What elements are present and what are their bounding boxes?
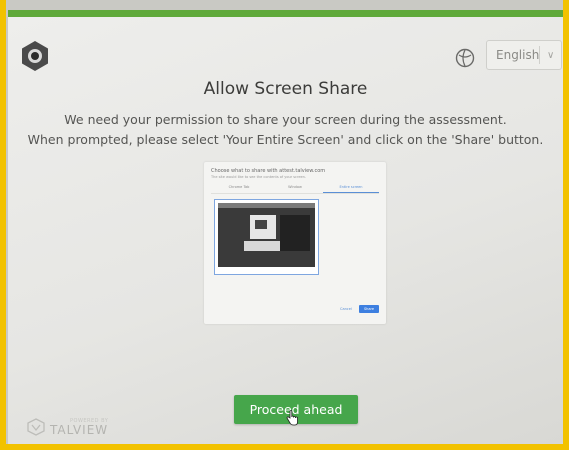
language-select-value: English: [496, 48, 540, 62]
page-description: We need your permission to share your sc…: [8, 110, 563, 150]
description-line-2: When prompted, please select 'Your Entir…: [27, 132, 544, 147]
chevron-down-icon: ∨: [546, 49, 555, 61]
preview-tab-window: Window: [288, 185, 302, 189]
screen: English ∨ Allow Screen Share We need you…: [8, 10, 563, 448]
preview-tab-entire-screen: Entire screen: [323, 185, 379, 193]
talview-brand: POWERED BY TALVIEW: [27, 418, 108, 436]
preview-cancel-label: Cancel: [340, 307, 352, 311]
page-title: Allow Screen Share: [203, 79, 368, 99]
top-accent-bar: [8, 10, 563, 17]
preview-thumbnail-image: [218, 203, 315, 267]
preview-subheading: The site would like to see the contents …: [211, 175, 306, 179]
app-logo-icon: [22, 41, 48, 71]
talview-logo-icon: [27, 418, 45, 436]
screen-share-instruction-image: Choose what to share with attest.talview…: [204, 162, 386, 324]
hand-cursor-icon: [286, 410, 298, 426]
preview-tab-chrome-tab: Chrome Tab: [228, 185, 250, 189]
preview-heading: Choose what to share with attest.talview…: [211, 168, 326, 174]
description-line-1: We need your permission to share your sc…: [64, 112, 507, 127]
preview-screen-thumbnail: [214, 199, 319, 275]
brand-text: POWERED BY TALVIEW: [50, 419, 109, 437]
support-globe-icon[interactable]: [455, 48, 475, 68]
brand-name: TALVIEW: [50, 423, 109, 437]
preview-share-label: Share: [359, 305, 379, 313]
preview-tabs: Chrome Tab Window Entire screen: [211, 185, 379, 194]
language-select[interactable]: English ∨: [486, 40, 562, 70]
